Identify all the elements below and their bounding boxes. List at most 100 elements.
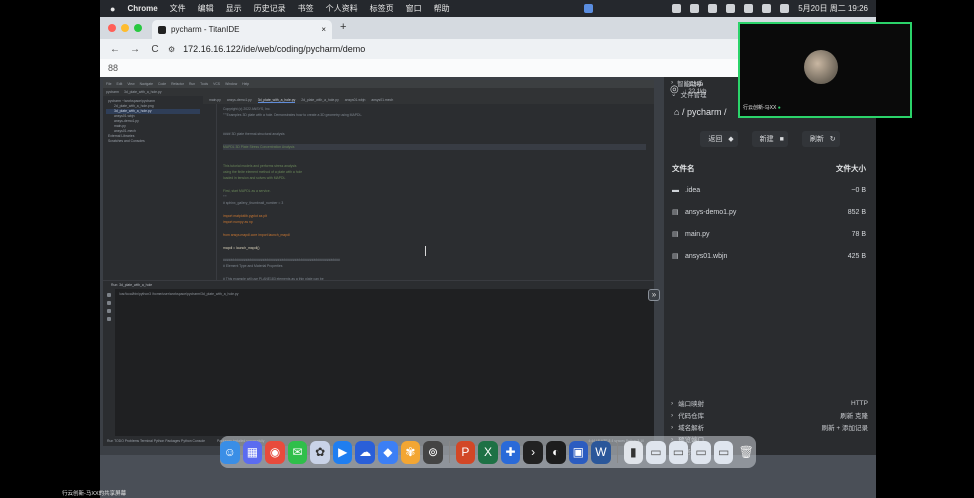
file-name-cell[interactable]: ▤ ansys01.wbjn [664, 245, 797, 267]
wechat-icon[interactable]: ✉ [287, 440, 308, 464]
home-icon[interactable]: ⌂ [674, 107, 679, 117]
rerun-icon[interactable] [107, 293, 111, 297]
menubar-clock[interactable]: 5月20日 周二 19:26 [798, 3, 868, 14]
finder-icon[interactable]: ☺ [220, 440, 240, 464]
url-field[interactable]: 172.16.16.122/ide/web/coding/pycharm/dem… [183, 44, 365, 54]
app-icon[interactable]: ✾ [400, 440, 421, 464]
terminal-icon[interactable]: › [523, 440, 543, 464]
status-app-icon[interactable] [726, 4, 736, 13]
app-icon[interactable]: ✿ [310, 440, 330, 464]
app-icon[interactable]: ▣ [568, 440, 589, 464]
file-name-cell[interactable]: ▤ ansys-demo1.py [664, 201, 797, 223]
menu-edit[interactable]: 编辑 [198, 3, 214, 14]
ide-menu-item[interactable]: File [106, 82, 111, 86]
stop-icon[interactable] [107, 301, 111, 305]
ide-menu-item[interactable]: Code [158, 82, 166, 86]
settings-icon[interactable] [107, 317, 111, 321]
search-icon[interactable] [780, 4, 790, 13]
wifi-icon[interactable] [762, 4, 772, 13]
menu-window[interactable]: 窗口 [406, 3, 422, 14]
breadcrumb-path[interactable]: / pycharm / [682, 107, 727, 117]
menu-history[interactable]: 历史记录 [254, 3, 286, 14]
close-window-button[interactable] [108, 24, 116, 32]
ide-menu-item[interactable]: Run [189, 82, 195, 86]
ide-menu-item[interactable]: Tools [200, 82, 208, 86]
reload-icon[interactable]: C [148, 44, 162, 55]
ide-menu-item[interactable]: Help [242, 82, 249, 86]
service-action[interactable]: HTTP [851, 400, 876, 407]
file-row[interactable]: ▤ main.py 78 B [664, 223, 876, 245]
ide-menu-item[interactable]: VCS [213, 82, 220, 86]
excel-icon[interactable]: X [478, 440, 498, 464]
window-thumb-icon[interactable]: ▭ [668, 440, 689, 464]
zoom-window-button[interactable] [134, 24, 142, 32]
menu-bookmarks[interactable]: 书签 [298, 3, 314, 14]
scroll-icon[interactable] [107, 309, 111, 313]
expand-panel-button[interactable]: » [648, 289, 660, 301]
menu-file[interactable]: 文件 [170, 3, 186, 14]
new-tab-button[interactable]: + [340, 21, 346, 33]
run-title[interactable]: Run: 3d_plate_with_a_hole [111, 283, 152, 287]
chrome-icon[interactable]: ◉ [265, 440, 285, 464]
menu-tabs[interactable]: 标签页 [370, 3, 394, 14]
file-name-cell[interactable]: ▬ .idea [664, 180, 797, 201]
trash-icon[interactable]: 🗑 [736, 441, 756, 464]
tree-item[interactable]: Scratches and Consoles [106, 139, 200, 144]
path-segment[interactable]: 3d_plate_with_a_hole.py [124, 90, 162, 94]
editor-tab[interactable]: 2d_plate_with_a_hole.py [301, 98, 339, 102]
service-item[interactable]: › 域名解析 刷新 + 添加记录 [664, 421, 876, 433]
file-row[interactable]: ▬ .idea ~0 B [664, 180, 876, 201]
app-icon[interactable]: ▶ [332, 440, 353, 464]
tab-close-icon[interactable]: × [321, 25, 326, 34]
back-button[interactable]: 返回 ◆ [700, 131, 738, 147]
launchpad-icon[interactable]: ▦ [242, 440, 263, 464]
status-app-icon[interactable] [672, 4, 682, 13]
app-logo-icon[interactable]: 88 [108, 63, 118, 73]
window-thumb-icon[interactable]: ▭ [691, 440, 711, 464]
ide-menu-item[interactable]: View [127, 82, 134, 86]
status-app-icon[interactable] [708, 4, 718, 13]
refresh-button[interactable]: 刷新 ↻ [801, 131, 840, 147]
site-settings-icon[interactable]: ⚙ [168, 45, 175, 54]
word-icon[interactable]: W [591, 440, 611, 464]
app-icon[interactable]: ▮ [623, 440, 644, 464]
service-item[interactable]: › 代码仓库 刷新 克隆 [664, 409, 876, 421]
status-app-icon[interactable] [584, 4, 594, 13]
browser-tab[interactable]: pycharm - TitanIDE × [152, 20, 332, 39]
powerpoint-icon[interactable]: P [455, 440, 476, 464]
code-editor[interactable]: Copyright (c) 2022 ANSYS, Inc. """Example… [219, 106, 646, 306]
service-action[interactable]: 刷新 克隆 [840, 410, 876, 420]
ide-menu-item[interactable]: Navigate [140, 82, 153, 86]
service-action[interactable]: 刷新 + 添加记录 [822, 422, 876, 432]
path-segment[interactable]: pycharm [106, 90, 119, 94]
status-tools[interactable]: Run TODO Problems Terminal Python Packag… [107, 439, 205, 443]
editor-tab[interactable]: ansys-demo1.py [227, 98, 252, 102]
service-item[interactable]: › 端口映射 HTTP [664, 397, 876, 409]
new-button[interactable]: 新建 ■ [751, 131, 788, 147]
minimize-window-button[interactable] [121, 24, 129, 32]
app-icon[interactable]: ◆ [378, 440, 398, 464]
ide-menu-item[interactable]: Edit [116, 82, 122, 86]
app-icon[interactable]: ✚ [500, 440, 521, 464]
menu-profile[interactable]: 个人资料 [326, 3, 358, 14]
window-thumb-icon[interactable]: ▭ [646, 440, 666, 464]
file-name-cell[interactable]: ▤ main.py [664, 223, 797, 245]
menu-view[interactable]: 显示 [226, 3, 242, 14]
app-icon[interactable]: ◐ [545, 440, 566, 464]
menu-help[interactable]: 帮助 [434, 3, 450, 14]
editor-tab[interactable]: main.py [209, 98, 221, 102]
app-icon[interactable]: ☁ [355, 440, 376, 464]
ide-menu-item[interactable]: Refactor [171, 82, 184, 86]
back-icon[interactable]: ← [108, 44, 122, 55]
status-app-icon[interactable] [690, 4, 700, 13]
editor-tab[interactable]: ansys01.mech [371, 98, 393, 102]
video-call-window[interactable]: 行云创新-马XX ● [738, 22, 912, 118]
file-row[interactable]: ▤ ansys01.wbjn 425 B [664, 245, 876, 267]
app-icon[interactable]: ⊚ [423, 440, 443, 464]
window-thumb-icon[interactable]: ▭ [713, 440, 734, 464]
app-menu-chrome[interactable]: Chrome [127, 4, 157, 13]
editor-tab[interactable]: ansys01.wbjn [345, 98, 366, 102]
file-row[interactable]: ▤ ansys-demo1.py 852 B [664, 201, 876, 223]
forward-icon[interactable]: → [128, 44, 142, 55]
editor-tab[interactable]: 3d_plate_with_a_hole.py [257, 98, 296, 103]
